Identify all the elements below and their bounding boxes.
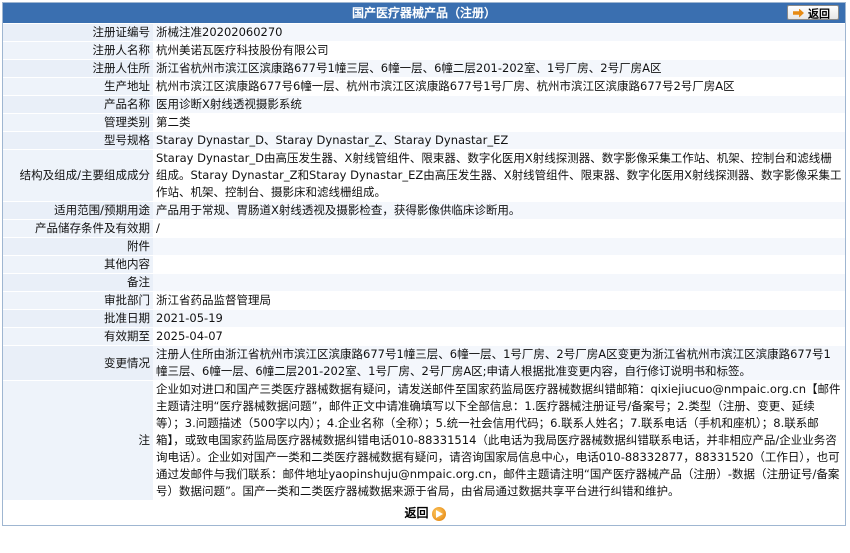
table-row: 审批部门 浙江省药品监督管理局 <box>3 291 845 310</box>
field-label: 管理类别 <box>3 113 153 132</box>
field-value: 产品用于常规、胃肠道X射线透视及摄影检查，获得影像供临床诊断用。 <box>153 201 845 220</box>
field-value: Staray Dynastar_D、Staray Dynastar_Z、Star… <box>153 131 845 150</box>
table-row: 适用范围/预期用途 产品用于常规、胃肠道X射线透视及摄影检查，获得影像供临床诊断用… <box>3 201 845 220</box>
table-row: 型号规格 Staray Dynastar_D、Staray Dynastar_Z、… <box>3 131 845 150</box>
field-label: 有效期至 <box>3 327 153 346</box>
table-row: 生产地址 杭州市滨江区滨康路677号6幢一层、杭州市滨江区滨康路677号1号厂房、… <box>3 77 845 96</box>
field-value: 企业如对进口和国产三类医疗器械数据有疑问，请发送邮件至国家药监局医疗器械数据纠错… <box>153 380 845 500</box>
arrow-right-icon <box>793 8 804 18</box>
field-label: 适用范围/预期用途 <box>3 201 153 220</box>
back-button-label: 返回 <box>404 506 429 520</box>
field-label: 变更情况 <box>3 345 153 381</box>
field-label: 结构及组成/主要组成成分 <box>3 149 153 202</box>
field-value <box>153 255 845 274</box>
field-value: 2025-04-07 <box>153 327 845 346</box>
field-value: 第二类 <box>153 113 845 132</box>
field-value: 注册人住所由浙江省杭州市滨江区滨康路677号1幢三层、6幢一层、1号厂房、2号厂… <box>153 345 845 381</box>
field-value <box>153 273 845 292</box>
table-row: 管理类别 第二类 <box>3 113 845 132</box>
back-button-label: 返回 <box>808 7 830 21</box>
table-row: 注册证编号 浙械注准20202060270 <box>3 23 845 42</box>
field-label: 产品名称 <box>3 95 153 114</box>
field-label: 产品储存条件及有效期 <box>3 219 153 238</box>
table-row: 附件 <box>3 237 845 256</box>
field-value: / <box>153 219 845 238</box>
table-row: 备注 <box>3 273 845 292</box>
table-row: 有效期至 2025-04-07 <box>3 327 845 346</box>
table-row: 注册人名称 杭州美诺瓦医疗科技股份有限公司 <box>3 41 845 60</box>
table-row: 注企业如对进口和国产三类医疗器械数据有疑问，请发送邮件至国家药监局医疗器械数据纠… <box>3 380 845 500</box>
field-value <box>153 237 845 256</box>
table-row: 注册人住所 浙江省杭州市滨江区滨康路677号1幢三层、6幢一层、6幢二层201-2… <box>3 59 845 78</box>
back-button-top[interactable]: 返回 <box>787 5 839 21</box>
table-row: 产品名称 医用诊断X射线透视摄影系统 <box>3 95 845 114</box>
field-label: 注册人住所 <box>3 59 153 78</box>
detail-panel: 国产医疗器械产品（注册） 返回 注册证编号 浙械注准20202060270 注册人名… <box>2 2 846 526</box>
field-value: 杭州美诺瓦医疗科技股份有限公司 <box>153 41 845 60</box>
table-row: 变更情况 注册人住所由浙江省杭州市滨江区滨康路677号1幢三层、6幢一层、1号厂房… <box>3 345 845 381</box>
field-label: 注册人名称 <box>3 41 153 60</box>
field-value: Staray Dynastar_D由高压发生器、X射线管组件、限束器、数字化医用… <box>153 149 845 202</box>
play-circle-icon <box>431 506 446 521</box>
field-label: 其他内容 <box>3 255 153 274</box>
field-value: 医用诊断X射线透视摄影系统 <box>153 95 845 114</box>
table-row: 结构及组成/主要组成成分 Staray Dynastar_D由高压发生器、X射线管… <box>3 149 845 202</box>
panel-header: 国产医疗器械产品（注册） 返回 <box>3 3 845 23</box>
field-value: 浙江省杭州市滨江区滨康路677号1幢三层、6幢一层、6幢二层201-202室、1… <box>153 59 845 78</box>
field-value: 浙江省药品监督管理局 <box>153 291 845 310</box>
field-label: 批准日期 <box>3 309 153 328</box>
table-row: 其他内容 <box>3 255 845 274</box>
field-value: 2021-05-19 <box>153 309 845 328</box>
table-row: 批准日期 2021-05-19 <box>3 309 845 328</box>
field-label: 型号规格 <box>3 131 153 150</box>
field-label: 备注 <box>3 273 153 292</box>
table-row: 产品储存条件及有效期 / <box>3 219 845 238</box>
field-label: 附件 <box>3 237 153 256</box>
back-button-bottom[interactable]: 返回 <box>400 504 447 522</box>
field-label: 生产地址 <box>3 77 153 96</box>
footer: 返回 <box>3 500 845 525</box>
info-table: 注册证编号 浙械注准20202060270 注册人名称 杭州美诺瓦医疗科技股份有限公司… <box>3 23 845 500</box>
field-label: 注册证编号 <box>3 23 153 42</box>
page-title: 国产医疗器械产品（注册） <box>351 6 496 20</box>
field-value: 浙械注准20202060270 <box>153 23 845 42</box>
field-label: 注 <box>3 380 153 500</box>
field-label: 审批部门 <box>3 291 153 310</box>
field-value: 杭州市滨江区滨康路677号6幢一层、杭州市滨江区滨康路677号1号厂房、杭州市滨… <box>153 77 845 96</box>
